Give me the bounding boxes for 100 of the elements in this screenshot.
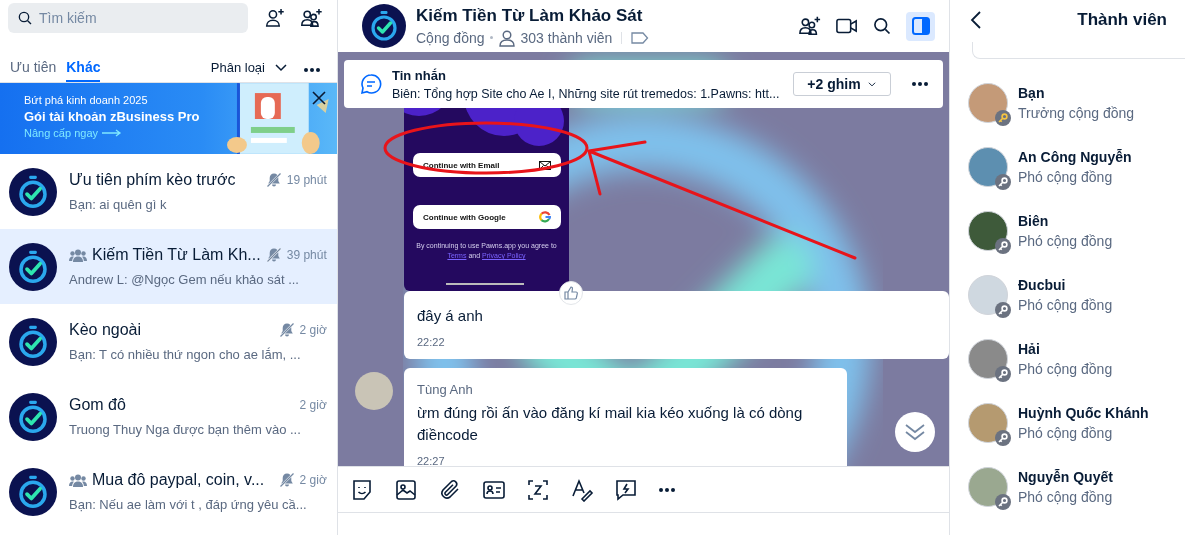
member-item[interactable]: An Công Nguyễn Phó cộng đồng	[968, 147, 1185, 187]
message-text: ừm đúng rồi ấn vào đăng kí mail kia kéo xuống là có dòng điềncode	[417, 403, 804, 445]
colored-g-icon	[539, 211, 551, 223]
search-icon[interactable]	[872, 16, 892, 36]
member-role: Phó cộng đồng	[1018, 233, 1113, 249]
conversation-preview: Andrew L: @Ngọc Gem nếu khảo sát ...	[69, 272, 300, 287]
conversation-item[interactable]: Kiếm Tiền Từ Làm Kh... 39 phút Andrew L: @Ngọc Gem nếu khảo sát ...	[0, 229, 337, 304]
avatar-photo	[968, 467, 1008, 507]
promo-banner[interactable]: Bứt phá kinh doanh 2025 Gói tài khoản zBusiness Pro Nâng cấp ngay	[0, 83, 337, 154]
member-name: Huỳnh Quốc Khánh	[1018, 405, 1149, 421]
member-name: Đucbui	[1018, 277, 1067, 293]
sidebar-toggle-button[interactable]	[906, 11, 935, 41]
attachment-icon[interactable]	[438, 477, 462, 502]
key-icon	[995, 110, 1011, 126]
pinned-title: Tin nhắn	[392, 67, 447, 83]
promo-headline: Gói tài khoản zBusiness Pro	[24, 109, 201, 124]
member-item[interactable]: Biên Phó cộng đồng	[968, 211, 1185, 251]
tag-icon[interactable]	[631, 31, 650, 44]
message-time: 22:27	[417, 455, 445, 466]
group-avatar	[9, 317, 57, 366]
key-icon	[995, 366, 1011, 382]
avatar-photo	[968, 211, 1008, 251]
conversation-item[interactable]: Kèo ngoài 2 giờ Bạn: T có nhiều thứ ngon cho ae lắm, ...	[0, 304, 337, 379]
conversation-time: 2 giờ	[299, 473, 327, 487]
conversation-preview: Bạn: T có nhiều thứ ngon cho ae lắm, ...	[69, 347, 302, 362]
conversation-item[interactable]: Ưu tiên phím kèo trước 19 phút Bạn: ai quên gì k	[0, 154, 337, 229]
sender-name: Tùng Anh	[417, 382, 473, 397]
pins-dropdown[interactable]: +2 ghim	[793, 72, 891, 96]
tab[interactable]: Ưu tiên	[10, 59, 57, 82]
conversation-preview: Bạn: Nếu ae làm với t , đáp ứng yêu cầ...	[69, 497, 308, 512]
pinned-message-bar[interactable]: Tin nhắn Biên: Tổng hợp Site cho Ae I, Những site rút tremedos: 1.Pawns: htt... +2 ghim	[344, 60, 943, 108]
member-item[interactable]: Huỳnh Quốc Khánh Phó cộng đồng	[968, 403, 1185, 443]
more-icon[interactable]	[303, 67, 321, 73]
add-member-icon[interactable]	[798, 15, 822, 37]
member-count[interactable]: 303 thành viên	[520, 29, 613, 46]
avatar-photo	[968, 339, 1008, 379]
avatar-photo	[968, 83, 1008, 123]
member-name: Bạn	[1018, 85, 1046, 101]
member-role: Phó cộng đồng	[1018, 297, 1113, 313]
message-text: đây á anh	[417, 306, 483, 326]
double-chevron-down-icon	[903, 422, 927, 442]
more-icon[interactable]	[658, 486, 676, 493]
group-avatar	[362, 4, 406, 48]
member-item[interactable]: Hải Phó cộng đồng	[968, 339, 1185, 379]
image-icon[interactable]	[394, 477, 418, 502]
member-item[interactable]: Bạn Trưởng cộng đồng	[968, 83, 1185, 123]
member-role: Phó cộng đồng	[1018, 489, 1113, 505]
group-avatar	[9, 467, 57, 516]
person-icon	[497, 28, 516, 47]
group-avatar	[9, 392, 57, 441]
conversation-item[interactable]: Gom đô 2 giờ Truong Thuy Nga được bạn thêm vào ...	[0, 379, 337, 454]
key-icon	[995, 174, 1011, 190]
chat-title: Kiếm Tiền Từ Làm Khảo Sát	[416, 5, 644, 26]
google-button: Continue with Google	[413, 205, 561, 229]
member-item[interactable]: Đucbui Phó cộng đồng	[968, 275, 1185, 315]
conversation-name: Kiếm Tiền Từ Làm Kh...	[92, 246, 261, 264]
member-role: Phó cộng đồng	[1018, 169, 1114, 185]
conversation-item[interactable]: Mua đô paypal, coin, v... 2 giờ Bạn: Nếu ae làm với t , đáp ứng yêu cầ...	[0, 454, 337, 529]
conversation-time: 2 giờ	[299, 398, 327, 412]
member-item[interactable]: Nguyễn Quyết Phó cộng đồng	[968, 467, 1185, 507]
avatar-photo	[968, 275, 1008, 315]
member-role: Trưởng cộng đồng	[1018, 105, 1135, 121]
scroll-down-button[interactable]	[895, 412, 935, 452]
conversation-time: 2 giờ	[299, 323, 327, 337]
panel-icon	[910, 16, 931, 36]
conversation-name: Ưu tiên phím kèo trước	[69, 171, 236, 189]
chat-bubble-icon	[360, 73, 382, 95]
member-role: Phó cộng đồng	[1018, 361, 1113, 377]
conversation-name: Kèo ngoài	[69, 321, 142, 339]
filter-dropdown[interactable]: Phân loại	[210, 59, 289, 82]
text-format-icon[interactable]	[570, 477, 594, 502]
message-time: 22:22	[417, 336, 445, 348]
promo-kicker: Bứt phá kinh doanh 2025	[24, 94, 149, 106]
close-icon[interactable]	[311, 90, 327, 106]
member-name: Biên	[1018, 213, 1050, 229]
quick-message-icon[interactable]	[614, 477, 638, 502]
mail-icon	[539, 160, 551, 170]
add-friend-icon[interactable]	[264, 7, 286, 29]
key-icon	[995, 238, 1011, 254]
conversation-name: Mua đô paypal, coin, v...	[92, 471, 265, 489]
group-avatar	[9, 242, 57, 291]
key-icon	[995, 494, 1011, 510]
video-call-icon[interactable]	[836, 17, 858, 35]
search-field[interactable]: Tìm kiếm	[8, 3, 248, 33]
arrow-right-icon	[102, 129, 122, 137]
more-icon[interactable]	[911, 81, 929, 87]
member-name: Nguyễn Quyết	[1018, 469, 1113, 485]
panel-title: Thành viên	[1077, 10, 1167, 30]
member-name: Hải	[1018, 341, 1041, 357]
back-icon[interactable]	[970, 10, 982, 30]
conversation-time: 39 phút	[286, 248, 327, 262]
screenshot-icon[interactable]	[526, 477, 550, 502]
pinned-text: Biên: Tổng hợp Site cho Ae I, Những site rút tremedos: 1.Pawns: htt...	[392, 86, 780, 101]
conversation-preview: Truong Thuy Nga được bạn thêm vào ...	[69, 422, 302, 437]
create-group-icon[interactable]	[299, 7, 323, 29]
conversation-time: 19 phút	[286, 173, 327, 187]
member-role: Phó cộng đồng	[1018, 425, 1114, 441]
sticker-icon[interactable]	[350, 477, 374, 502]
search-icon	[17, 10, 33, 26]
chevron-down-icon	[866, 79, 877, 89]
